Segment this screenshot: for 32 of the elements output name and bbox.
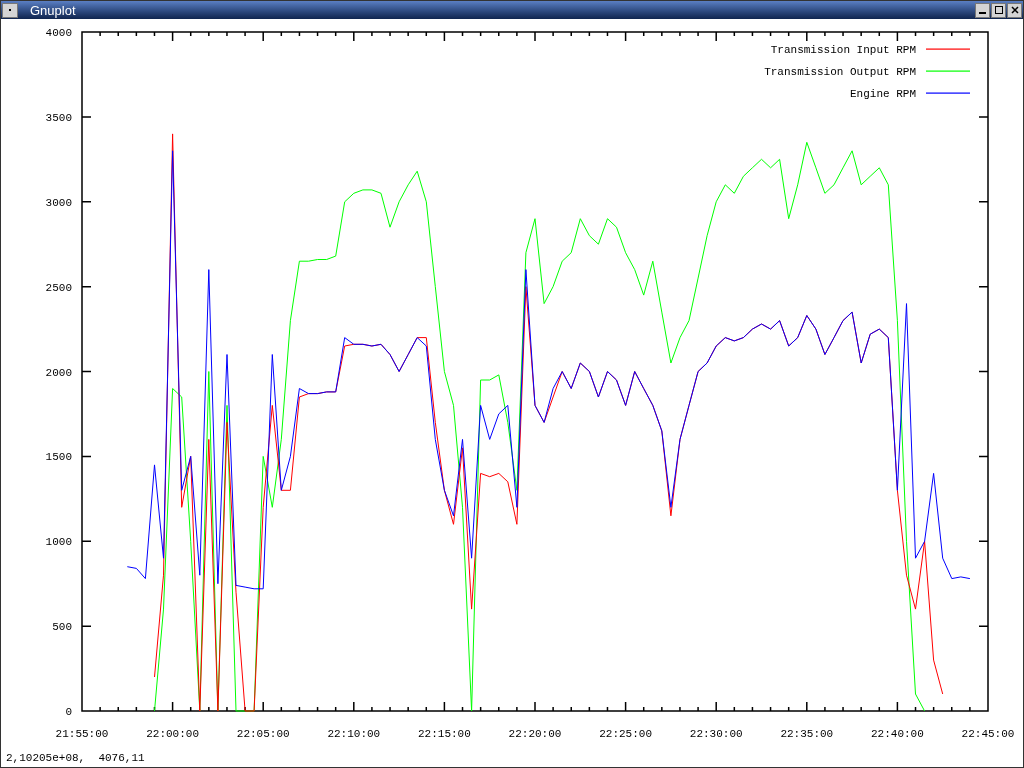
x-tick-label: 22:20:00 <box>508 728 562 740</box>
status-text: 2,10205e+08, 4076,11 <box>6 752 145 764</box>
y-tick-label: 0 <box>65 706 72 718</box>
y-tick-label: 3500 <box>45 111 72 124</box>
x-tick-label: 22:15:00 <box>418 728 471 740</box>
y-tick-label: 4000 <box>45 27 72 39</box>
x-tick-label: 22:40:00 <box>871 728 924 740</box>
x-tick-label: 22:35:00 <box>780 728 834 740</box>
legend-label: Engine RPM <box>850 88 916 100</box>
y-tick-label: 1500 <box>45 451 72 464</box>
minimize-icon <box>979 11 986 14</box>
x-tick-label: 22:45:00 <box>961 728 1015 740</box>
close-icon <box>1010 6 1019 14</box>
window-title: Gnuplot <box>30 3 76 17</box>
x-tick-label: 21:55:00 <box>55 728 109 740</box>
minimize-button[interactable] <box>975 2 990 18</box>
x-tick-label: 22:25:00 <box>599 728 652 740</box>
x-tick-label: 22:00:00 <box>146 728 199 740</box>
y-tick-label: 3000 <box>45 196 72 209</box>
y-tick-label: 2500 <box>45 281 72 294</box>
window-menu-button[interactable] <box>2 2 18 18</box>
legend-label: Transmission Output RPM <box>764 66 916 78</box>
x-tick-label: 22:30:00 <box>689 728 743 740</box>
x-tick-label: 22:05:00 <box>236 728 290 740</box>
maximize-button[interactable] <box>991 2 1006 18</box>
y-tick-label: 1000 <box>45 536 72 549</box>
close-button[interactable] <box>1007 2 1022 18</box>
y-tick-label: 500 <box>52 621 72 634</box>
x-tick-label: 22:10:00 <box>327 728 381 740</box>
maximize-icon <box>994 6 1003 14</box>
y-tick-label: 2000 <box>45 366 72 379</box>
legend-label: Transmission Input RPM <box>770 44 916 56</box>
